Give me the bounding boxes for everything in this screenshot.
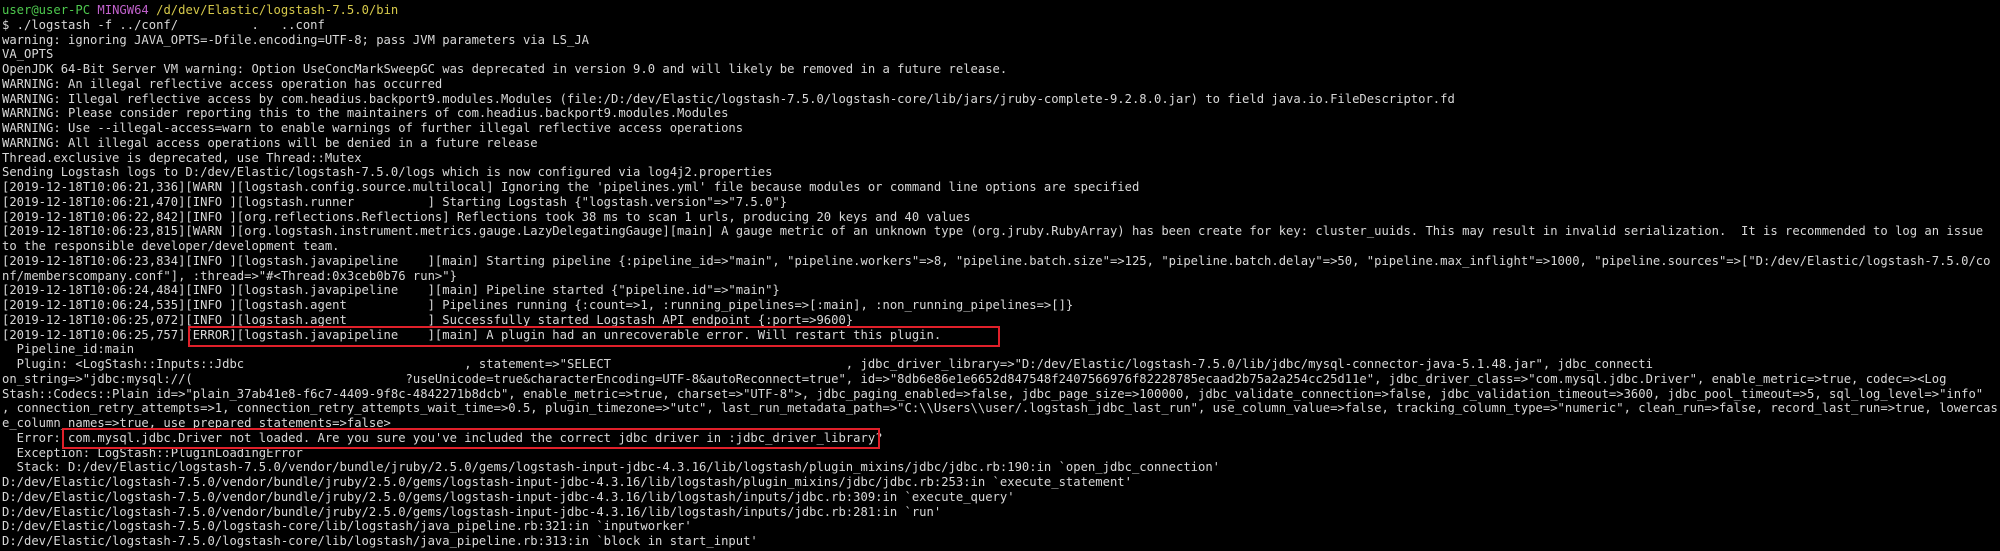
terminal-line: , connection_retry_attempts=>1, connecti…	[2, 401, 1998, 416]
terminal-line: D:/dev/Elastic/logstash-7.5.0/vendor/bun…	[2, 504, 942, 519]
terminal-line: warning: ignoring JAVA_OPTS=-Dfile.encod…	[2, 32, 589, 47]
terminal-line: D:/dev/Elastic/logstash-7.5.0/logstash-c…	[2, 534, 758, 548]
terminal-line: Plugin: <LogStash::Inputs::Jdbc , statem…	[2, 357, 1653, 371]
prompt-shell-name: MINGW64	[97, 3, 149, 17]
terminal-line: Error: com.mysql.jdbc.Driver not loaded.…	[2, 430, 883, 445]
terminal-line: $ ./logstash -f ../conf/ . ..conf	[2, 17, 325, 32]
terminal-line: Thread.exclusive is deprecated, use Thre…	[2, 150, 362, 165]
terminal-output: $ ./logstash -f ../conf/ . ..conf warning…	[2, 18, 2000, 549]
terminal-line: D:/dev/Elastic/logstash-7.5.0/logstash-c…	[2, 519, 692, 534]
terminal-line: to the responsible developer/development…	[2, 239, 340, 253]
terminal-line: e_column_names=>true, use_prepared_state…	[2, 416, 391, 430]
terminal-line: [2019-12-18T10:06:25,757][ERROR][logstas…	[2, 327, 942, 342]
terminal-line: [2019-12-18T10:06:24,484][INFO ][logstas…	[2, 283, 780, 298]
prompt-user-host: user@user-PC	[2, 3, 91, 17]
terminal-line: [2019-12-18T10:06:25,072][INFO ][logstas…	[2, 312, 854, 327]
terminal-line: [2019-12-18T10:06:23,834][INFO ][logstas…	[2, 253, 1991, 268]
terminal-line: [2019-12-18T10:06:21,336][WARN ][logstas…	[2, 180, 1140, 194]
terminal-line: Stash::Codecs::Plain id=>"plain_37ab41e8…	[2, 386, 1984, 401]
terminal-window[interactable]: user@user-PC MINGW64 /d/dev/Elastic/logs…	[0, 0, 2000, 551]
terminal-line: WARNING: An illegal reflective access op…	[2, 76, 443, 91]
terminal-line: WARNING: Illegal reflective access by co…	[2, 91, 1455, 106]
terminal-line: Stack: D:/dev/Elastic/logstash-7.5.0/ven…	[2, 460, 1221, 475]
terminal-line: Pipeline_id:main	[2, 342, 135, 357]
terminal-line: D:/dev/Elastic/logstash-7.5.0/vendor/bun…	[2, 489, 1015, 504]
terminal-line: [2019-12-18T10:06:23,815][WARN ][org.log…	[2, 224, 1984, 239]
terminal-line: D:/dev/Elastic/logstash-7.5.0/vendor/bun…	[2, 475, 1132, 489]
terminal-line: VA_OPTS	[2, 47, 54, 62]
terminal-line: Exception: LogStash::PluginLoadingError	[2, 445, 303, 460]
terminal-line: OpenJDK 64-Bit Server VM warning: Option…	[2, 62, 1008, 76]
terminal-line: WARNING: Please consider reporting this …	[2, 106, 729, 121]
terminal-line: WARNING: Use --illegal-access=warn to en…	[2, 121, 744, 135]
terminal-line: [2019-12-18T10:06:22,842][INFO ][org.ref…	[2, 209, 971, 224]
terminal-line: Sending Logstash logs to D:/dev/Elastic/…	[2, 165, 773, 180]
shell-prompt: user@user-PC MINGW64 /d/dev/Elastic/logs…	[2, 3, 2000, 18]
terminal-line: WARNING: All illegal access operations w…	[2, 135, 538, 150]
terminal-line: [2019-12-18T10:06:21,470][INFO ][logstas…	[2, 194, 788, 209]
prompt-path: /d/dev/Elastic/logstash-7.5.0/bin	[156, 3, 399, 17]
terminal-line: on_string=>"jdbc:mysql://( ?useUnicode=t…	[2, 371, 1947, 386]
terminal-line: [2019-12-18T10:06:24,535][INFO ][logstas…	[2, 298, 1074, 312]
terminal-line: nf/memberscompany.conf"], :thread=>"#<Th…	[2, 268, 457, 283]
